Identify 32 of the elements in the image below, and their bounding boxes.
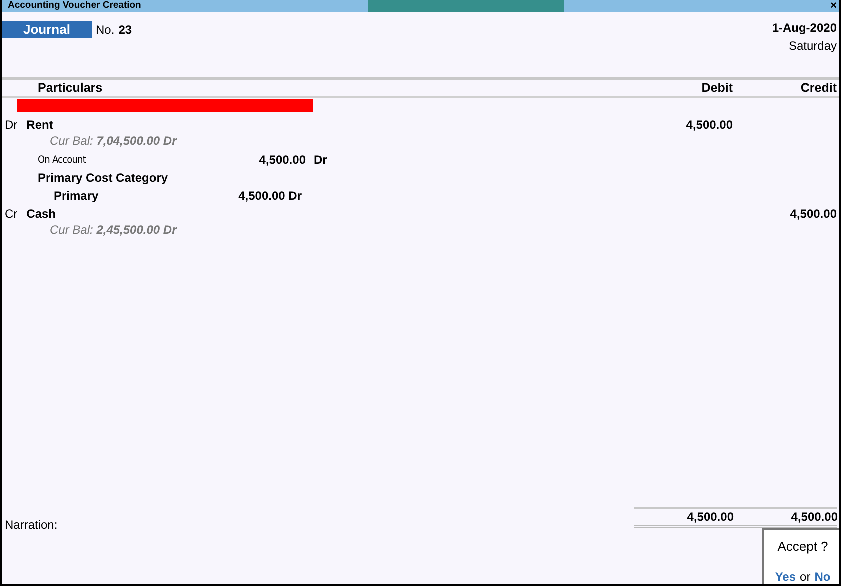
credit-amount: 4,500.00 — [790, 207, 837, 221]
debit-amount: 4,500.00 — [686, 118, 733, 132]
voucher-type-label[interactable]: Journal — [2, 21, 92, 38]
column-header: Debit — [700, 81, 733, 95]
column-header: Credit — [800, 81, 837, 95]
bill-amount: 4,500.00 — [258, 153, 306, 167]
close-button[interactable]: × — [828, 0, 839, 12]
voucher-date: 1-Aug-2020 — [772, 21, 837, 35]
number-label: No. — [96, 22, 115, 36]
or-label: or — [800, 570, 811, 584]
ledger-name[interactable]: Rent — [26, 118, 54, 132]
window-title: Accounting Voucher Creation — [7, 0, 142, 12]
current-balance: Cur Bal: 2,45,500.00 Dr — [50, 223, 177, 237]
cost-centre-amount: 4,500.00 Dr — [238, 189, 302, 203]
entry-side: Cr — [5, 207, 18, 221]
yes-button[interactable]: Yes — [775, 570, 796, 584]
voucher-number: 23 — [118, 22, 132, 36]
column-header: Particulars — [37, 81, 104, 95]
cost-category: Primary Cost Category — [38, 171, 168, 185]
bill-name: On Account — [38, 154, 88, 166]
ledger-name[interactable]: Cash — [26, 207, 56, 221]
input-field[interactable] — [17, 99, 313, 112]
dialog-question: Accept ? — [778, 539, 828, 554]
no-button[interactable]: No — [814, 570, 831, 584]
bill-side: Dr — [314, 153, 328, 167]
entry-side: Dr — [5, 118, 18, 132]
debit-total: 4,500.00 — [686, 510, 734, 525]
voucher-day: Saturday — [788, 39, 837, 53]
current-balance: Cur Bal: 7,04,500.00 Dr — [50, 134, 177, 148]
cost-centre: Primary — [54, 189, 100, 203]
credit-total: 4,500.00 — [790, 510, 838, 525]
narration-label: Narration: — [5, 518, 58, 532]
